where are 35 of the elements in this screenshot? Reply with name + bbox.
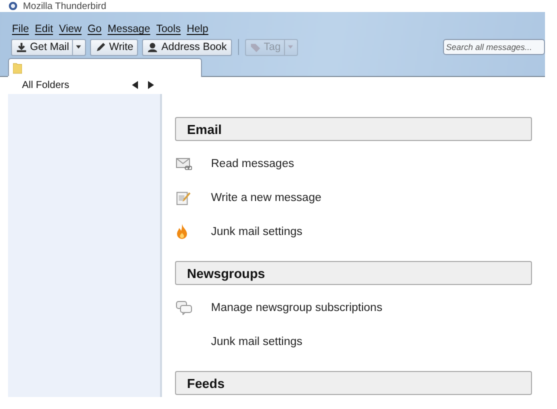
app-logo-icon (8, 1, 18, 11)
action-link[interactable]: Junk mail settings (211, 336, 302, 348)
menu-item[interactable]: Message (108, 23, 150, 35)
search-field[interactable]: Search all messages... (443, 39, 545, 55)
chat-bubbles-icon (176, 301, 193, 315)
toolbar-button[interactable]: Write (90, 38, 138, 56)
menu-item[interactable]: View (59, 23, 82, 35)
menu-item[interactable]: Edit (34, 23, 54, 35)
section-header: Email (175, 117, 532, 141)
previous-arrow-icon[interactable] (132, 81, 138, 89)
envelope-icon (176, 158, 192, 170)
action-link[interactable]: Read messages (211, 158, 294, 170)
section-header: Newsgroups (175, 261, 532, 285)
section-header: Feeds (175, 371, 532, 395)
folder-icon (13, 62, 22, 74)
folder-pane-title: All Folders (22, 80, 70, 90)
menu-item[interactable]: Go (88, 23, 102, 35)
menu-item[interactable]: Tools (156, 23, 181, 35)
menu-item[interactable]: Help (186, 23, 208, 35)
tag-icon (250, 42, 261, 52)
toolbar-button[interactable]: Address Book (142, 38, 232, 56)
flame-icon (176, 224, 188, 240)
person-icon (147, 42, 158, 52)
action-link[interactable]: Junk mail settings (211, 226, 302, 238)
menu-item[interactable]: File (12, 23, 29, 35)
dropdown-arrow-icon (288, 45, 293, 49)
next-arrow-icon[interactable] (148, 81, 154, 89)
action-link[interactable]: Manage newsgroup subscriptions (211, 302, 382, 314)
note-pencil-icon (176, 190, 191, 206)
download-icon (16, 42, 27, 52)
pencil-icon (95, 42, 106, 52)
toolbar-button[interactable]: Get Mail (11, 38, 86, 56)
dropdown-arrow-icon (76, 45, 82, 49)
action-link[interactable]: Write a new message (211, 192, 322, 204)
window-title: Mozilla Thunderbird (23, 0, 106, 12)
